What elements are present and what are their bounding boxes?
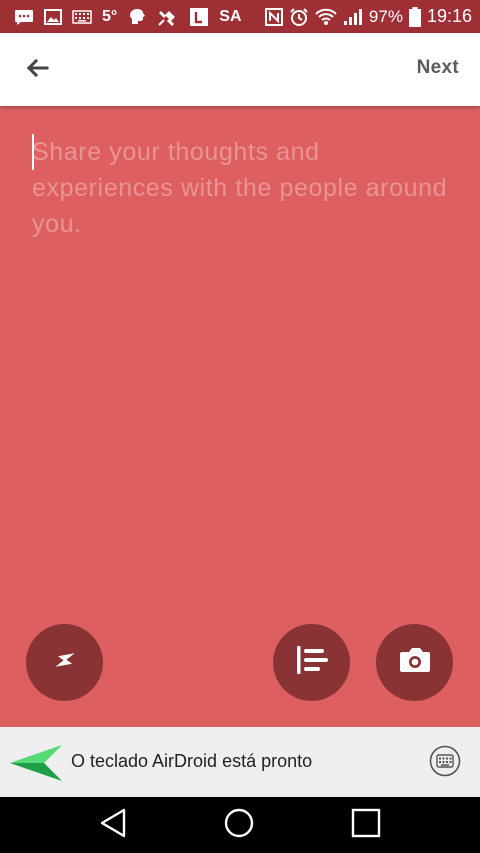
flash-icon xyxy=(52,647,78,678)
status-bar: 5° SA 97% 19:16 xyxy=(0,0,480,33)
signal-icon xyxy=(343,8,363,26)
satellite-icon xyxy=(157,7,179,27)
arrow-left-icon xyxy=(25,58,49,83)
nav-back-button[interactable] xyxy=(96,808,130,843)
clock-text: 19:16 xyxy=(426,6,472,26)
keyboard-notice-text: O teclado AirDroid está pronto xyxy=(71,751,313,771)
camera-icon xyxy=(398,646,432,679)
nav-recents-button[interactable] xyxy=(349,808,383,843)
nfc-icon xyxy=(264,7,283,26)
image-icon xyxy=(44,8,62,25)
camera-button[interactable] xyxy=(376,624,453,701)
recents-square-icon xyxy=(351,808,381,843)
home-circle-icon xyxy=(223,807,255,844)
brain-icon xyxy=(127,7,147,27)
message-icon xyxy=(14,9,34,25)
back-triangle-icon xyxy=(99,808,127,843)
app-bar: Next xyxy=(0,33,480,106)
navigation-bar xyxy=(0,797,480,853)
next-button[interactable]: Next xyxy=(417,57,459,79)
battery-percent: 97% xyxy=(368,6,403,26)
calendar-icon xyxy=(189,7,209,27)
compose-placeholder: Share your thoughts and experiences with… xyxy=(32,138,448,238)
format-button[interactable] xyxy=(273,624,350,701)
alarm-icon xyxy=(289,7,309,27)
wifi-icon xyxy=(315,8,337,26)
temperature-text: 5° xyxy=(102,7,118,25)
carrier-text: SA xyxy=(219,7,242,25)
airdroid-logo xyxy=(10,743,64,788)
nav-home-button[interactable] xyxy=(222,807,256,844)
keyboard-notice[interactable]: O teclado AirDroid está pronto xyxy=(0,727,480,797)
flash-button[interactable] xyxy=(26,624,103,701)
compose-area[interactable]: Share your thoughts and experiences with… xyxy=(0,106,480,727)
back-button[interactable] xyxy=(22,55,52,85)
battery-icon xyxy=(408,6,421,27)
align-left-icon xyxy=(295,646,329,679)
keyboard-icon xyxy=(72,9,92,24)
keyboard-icon[interactable] xyxy=(429,745,461,777)
